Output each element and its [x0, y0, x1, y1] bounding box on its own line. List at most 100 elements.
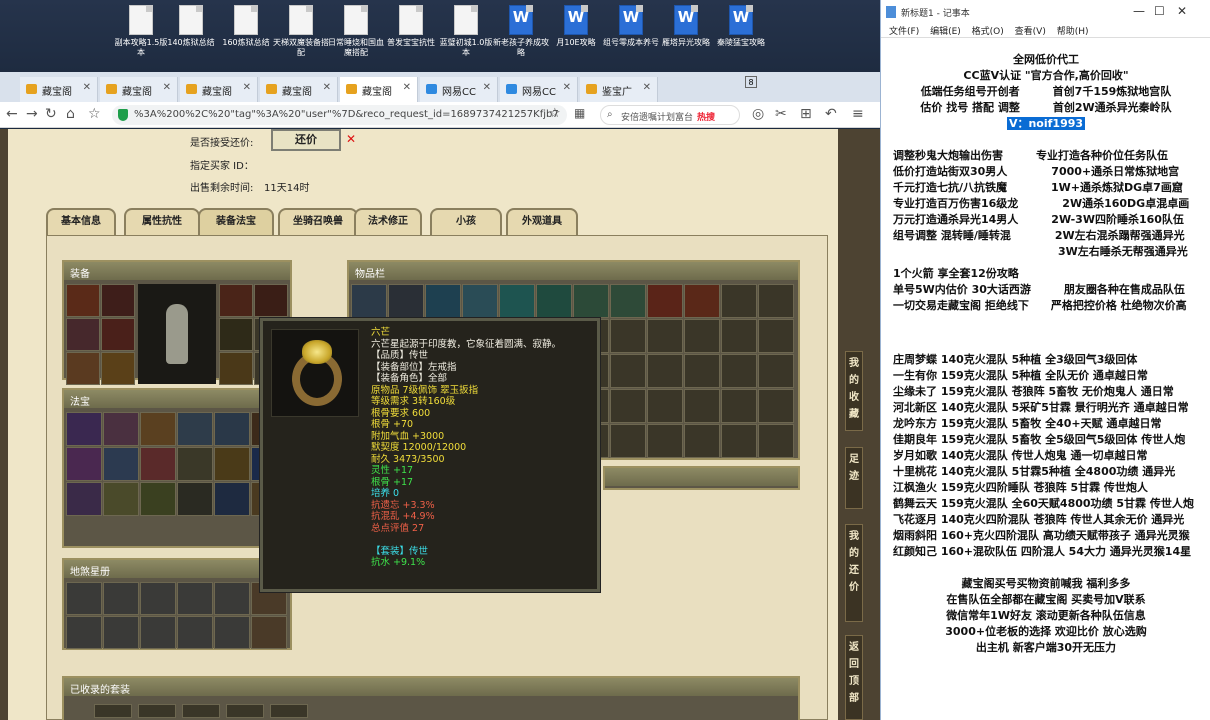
side-button-my-offers[interactable]: 我的还价 — [845, 524, 863, 622]
menu-help[interactable]: 帮助(H) — [1057, 27, 1089, 37]
item-slot[interactable] — [103, 447, 139, 481]
item-slot[interactable] — [66, 616, 102, 649]
user-icon[interactable]: ◎ — [752, 106, 764, 122]
menu-format[interactable]: 格式(O) — [972, 27, 1004, 37]
item-slot[interactable] — [214, 582, 250, 615]
set-slot[interactable] — [182, 704, 220, 718]
menu-file[interactable]: 文件(F) — [889, 27, 919, 37]
browser-tab[interactable]: 藏宝阁 ✕ — [260, 77, 338, 102]
item-slot[interactable] — [103, 482, 139, 516]
desktop-icon[interactable]: 140炼狱总结 — [163, 5, 219, 48]
desktop-icon[interactable]: W 月10E攻略 — [548, 5, 604, 48]
set-slot[interactable] — [226, 704, 264, 718]
item-slot[interactable] — [647, 424, 683, 458]
item-slot[interactable] — [66, 482, 102, 516]
item-slot[interactable] — [177, 412, 213, 446]
equip-slot[interactable] — [101, 352, 135, 385]
item-slot[interactable] — [351, 284, 387, 318]
notepad-text-area[interactable]: 全网低价代工 CC蓝V认证 "官方合作,高价回收" 低端任务组号开创者 首创7千15… — [881, 52, 1210, 656]
item-slot[interactable] — [684, 284, 720, 318]
menu-view[interactable]: 查看(V) — [1015, 27, 1046, 37]
notepad-minimize-button[interactable]: — — [1133, 4, 1145, 18]
desktop-icon[interactable]: W 新老孩子养成攻略 — [493, 5, 549, 58]
item-slot[interactable] — [214, 616, 250, 649]
item-slot[interactable] — [684, 389, 720, 423]
item-slot[interactable] — [499, 284, 535, 318]
item-slot[interactable] — [140, 447, 176, 481]
close-tab-icon[interactable]: ✕ — [83, 82, 91, 93]
forward-icon[interactable]: → — [26, 106, 38, 122]
item-slot[interactable] — [425, 284, 461, 318]
item-slot[interactable] — [647, 284, 683, 318]
desktop-icon[interactable]: W 雁塔异光攻略 — [658, 5, 714, 48]
item-slot[interactable] — [684, 319, 720, 353]
item-slot[interactable] — [140, 482, 176, 516]
item-slot[interactable] — [610, 389, 646, 423]
item-slot[interactable] — [684, 354, 720, 388]
item-slot[interactable] — [610, 284, 646, 318]
item-slot[interactable] — [103, 616, 139, 649]
bookmark-star-icon[interactable]: ☆ — [88, 106, 101, 122]
item-slot[interactable] — [721, 354, 757, 388]
search-input[interactable]: ⌕ 安倍遗嘱计划富台 热搜 — [600, 105, 740, 125]
item-slot[interactable] — [721, 319, 757, 353]
item-slot[interactable] — [388, 284, 424, 318]
url-input[interactable]: %3A%200%2C%20"tag"%3A%20"user"%7D&reco_r… — [112, 105, 567, 125]
close-tab-icon[interactable]: ✕ — [243, 82, 251, 93]
favorite-star-icon[interactable]: ☆ — [549, 106, 561, 121]
tab-attributes[interactable]: 属性抗性 — [124, 208, 200, 236]
set-slot[interactable] — [94, 704, 132, 718]
desktop-icon[interactable]: W 组号零成本养号 — [603, 5, 659, 48]
item-slot[interactable] — [758, 424, 794, 458]
item-slot[interactable] — [177, 616, 213, 649]
extension-icon[interactable]: ▦ — [574, 106, 585, 120]
item-slot[interactable] — [647, 389, 683, 423]
browser-tab[interactable]: 藏宝阁 ✕ — [340, 77, 418, 102]
item-slot[interactable] — [462, 284, 498, 318]
equip-slot[interactable] — [219, 284, 253, 317]
tab-appearance[interactable]: 外观道具 — [506, 208, 578, 236]
item-slot[interactable] — [573, 284, 609, 318]
reload-icon[interactable]: ↻ — [45, 106, 57, 122]
item-slot[interactable] — [721, 389, 757, 423]
item-slot[interactable] — [758, 354, 794, 388]
equip-slot[interactable] — [66, 352, 100, 385]
item-slot[interactable] — [251, 616, 287, 649]
item-slot[interactable] — [140, 582, 176, 615]
side-button-favorites[interactable]: 我的收藏 — [845, 351, 863, 431]
browser-tab[interactable]: 网易CC ✕ — [500, 77, 578, 102]
desktop-icon[interactable]: 天梯双魔装备搭配 — [273, 5, 329, 58]
item-slot[interactable] — [214, 412, 250, 446]
item-slot[interactable] — [647, 319, 683, 353]
item-slot[interactable] — [610, 424, 646, 458]
cut-icon[interactable]: ✂ — [775, 106, 787, 122]
item-slot[interactable] — [610, 319, 646, 353]
notepad-maximize-button[interactable]: ☐ — [1154, 4, 1165, 18]
close-x-icon[interactable]: ✕ — [346, 132, 356, 146]
item-slot[interactable] — [758, 319, 794, 353]
item-slot[interactable] — [214, 482, 250, 516]
side-button-back-to-top[interactable]: 返回顶部 — [845, 635, 863, 720]
desktop-icon[interactable]: 副本攻略1.5版本 — [113, 5, 169, 58]
item-slot[interactable] — [103, 582, 139, 615]
tab-basic-info[interactable]: 基本信息 — [46, 208, 116, 236]
item-slot[interactable] — [177, 482, 213, 516]
item-slot[interactable] — [214, 447, 250, 481]
desktop-icon[interactable]: 蓝璧初城1.0版本 — [438, 5, 494, 58]
item-slot[interactable] — [721, 424, 757, 458]
item-slot[interactable] — [140, 616, 176, 649]
item-slot[interactable] — [140, 412, 176, 446]
tab-children[interactable]: 小孩 — [430, 208, 502, 236]
browser-tab[interactable]: 藏宝阁 ✕ — [100, 77, 178, 102]
desktop-icon[interactable]: 普发宝宝抗性 — [383, 5, 439, 48]
item-slot[interactable] — [758, 284, 794, 318]
undo-icon[interactable]: ↶ — [825, 106, 837, 122]
counter-offer-button[interactable]: 还价 — [271, 129, 341, 151]
close-tab-icon[interactable]: ✕ — [563, 82, 571, 93]
item-slot[interactable] — [758, 389, 794, 423]
equip-slot[interactable] — [219, 352, 253, 385]
item-slot[interactable] — [721, 284, 757, 318]
browser-tab[interactable]: 鉴宝广 ✕ — [580, 77, 658, 102]
notepad-close-button[interactable]: ✕ — [1177, 4, 1187, 18]
tab-count-badge[interactable]: 8 — [745, 76, 757, 88]
